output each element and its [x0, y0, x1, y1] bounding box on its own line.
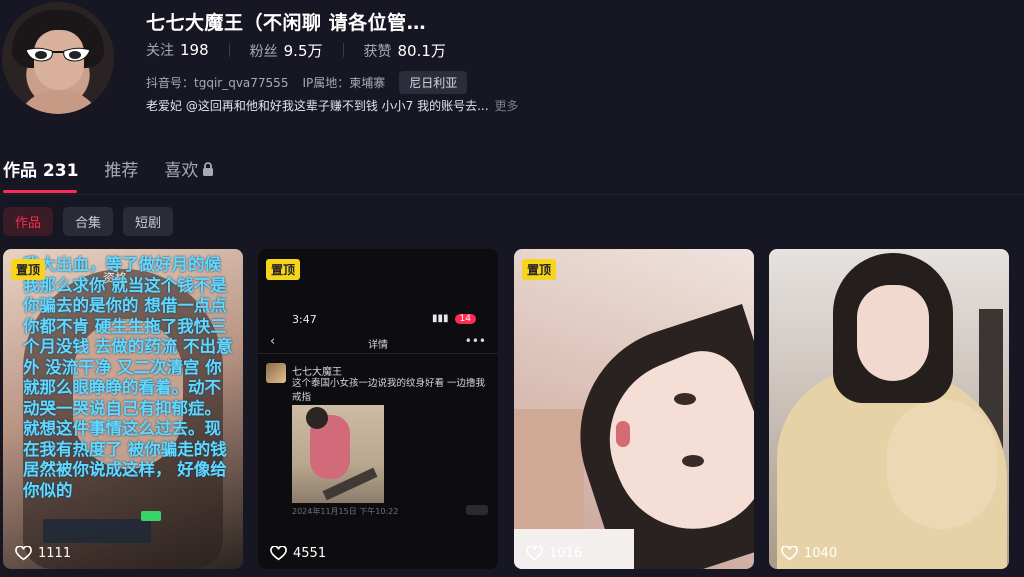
- likes-value: 80.1万: [397, 42, 446, 60]
- following-stat[interactable]: 关注 198: [146, 40, 209, 61]
- active-tab-indicator: [3, 190, 77, 193]
- bio-more-link[interactable]: 更多: [495, 99, 519, 113]
- card-likes: 1040: [781, 546, 837, 561]
- heart-icon: [15, 546, 32, 561]
- lock-icon: [203, 161, 214, 176]
- profile-stats: 关注 198 粉丝 9.5万 获赞 80.1万: [146, 40, 446, 61]
- card-image-knee: [887, 399, 997, 529]
- card-overlay-text: 我大出血，等了做好月的候我那么求你 就当这个钱不是你骗去的是你的 想借一点点你都…: [23, 255, 233, 500]
- post-nav-bar: ‹ 详情 •••: [258, 333, 498, 355]
- card-image-eye: [682, 455, 704, 467]
- card-likes: 1111: [15, 546, 71, 561]
- signal-icon: ▮▮▮: [432, 313, 449, 324]
- post-nav-title: 详情: [368, 340, 388, 351]
- likes-label: 获赞: [363, 44, 392, 60]
- sunglasses-icon: [25, 47, 91, 62]
- fans-stat[interactable]: 粉丝 9.5万: [250, 40, 323, 61]
- heart-icon: [526, 546, 543, 561]
- card-likes-count: 4551: [293, 546, 327, 561]
- heart-icon: [781, 546, 798, 561]
- card-comment-box: [43, 519, 151, 543]
- pinned-badge: 置顶: [11, 259, 46, 280]
- tab-recommend[interactable]: 推荐: [104, 156, 138, 181]
- phone-status-time: 3:47: [292, 313, 317, 326]
- stat-divider: [228, 43, 230, 57]
- post-image-head: [306, 407, 328, 429]
- battery-badge: 14: [454, 313, 476, 324]
- pinned-badge: 置顶: [522, 259, 557, 280]
- card-image-lips: [616, 421, 630, 447]
- tab-likes-label: 喜欢: [164, 161, 199, 181]
- avatar[interactable]: [2, 2, 114, 114]
- profile-tabs: 作品 231 推荐 喜欢: [3, 156, 214, 181]
- subtab-collection[interactable]: 合集: [63, 207, 114, 236]
- card-green-chip: [141, 511, 161, 521]
- profile-bio: 老爱妃 @这回再和他和好我这辈子赚不到钱 小小7 我的账号去... 更多: [146, 97, 519, 114]
- phone-status-icons: ▮▮▮ 14: [432, 313, 476, 324]
- post-author: 七七大魔王: [292, 367, 342, 378]
- avatar-shoulders: [16, 90, 102, 114]
- pinned-badge: 置顶: [266, 259, 301, 280]
- video-card[interactable]: 3:47 ▮▮▮ 14 ‹ 详情 ••• 七七大魔王 这个泰国小女孩一边说我的纹…: [258, 249, 498, 569]
- following-label: 关注: [146, 43, 174, 59]
- card-image-eye: [674, 393, 696, 405]
- video-card[interactable]: 1040: [769, 249, 1009, 569]
- post-more-chip: [466, 505, 488, 515]
- tab-likes[interactable]: 喜欢: [164, 156, 214, 181]
- tab-works[interactable]: 作品 231: [3, 156, 78, 181]
- likes-stat: 获赞 80.1万: [364, 40, 446, 61]
- post-author-avatar: [266, 363, 286, 383]
- following-value: 198: [180, 41, 209, 59]
- heart-icon: [270, 546, 287, 561]
- card-likes-count: 1016: [549, 546, 583, 561]
- country-badge: 尼日利亚: [399, 71, 468, 94]
- subtab-short-drama[interactable]: 短剧: [123, 207, 174, 236]
- sub-tabs: 作品 合集 短剧: [3, 207, 174, 236]
- post-text: 这个泰国小女孩一边说我的纹身好看 一边撸我戒指: [292, 378, 486, 403]
- card-likes: 4551: [270, 546, 326, 561]
- card-likes: 1016: [526, 546, 582, 561]
- post-image: [292, 405, 384, 503]
- fans-value: 9.5万: [283, 42, 323, 60]
- profile-name: 七七大魔王（不闲聊 请各位管…: [146, 12, 427, 34]
- subtab-works[interactable]: 作品: [3, 207, 54, 236]
- nav-divider: [258, 353, 498, 354]
- video-card[interactable]: 置顶 1016: [514, 249, 754, 569]
- fans-label: 粉丝: [249, 44, 278, 60]
- more-icon: •••: [464, 334, 486, 348]
- profile-meta: 抖音号：tgqir_qva77555 IP属地：柬埔寨 尼日利亚: [146, 71, 468, 94]
- profile-page: 七七大魔王（不闲聊 请各位管… 关注 198 粉丝 9.5万 获赞 80.1万 抖音号…: [0, 0, 1024, 577]
- video-card[interactable]: 资格 我大出血，等了做好月的候我那么求你 就当这个钱不是你骗去的是你的 想借一点…: [3, 249, 243, 569]
- post-date: 2024年11月15日 下午10:22: [292, 507, 399, 516]
- card-likes-count: 1111: [38, 546, 72, 561]
- bio-text: 老爱妃 @这回再和他和好我这辈子赚不到钱 小小7 我的账号去...: [146, 99, 489, 113]
- card-image-face: [857, 285, 929, 381]
- card-likes-count: 1040: [804, 546, 838, 561]
- stat-divider: [342, 43, 344, 57]
- ip-location: IP属地：柬埔寨: [302, 76, 386, 90]
- tabs-divider: [0, 194, 1024, 195]
- douyin-id: 抖音号：tgqir_qva77555: [146, 76, 289, 90]
